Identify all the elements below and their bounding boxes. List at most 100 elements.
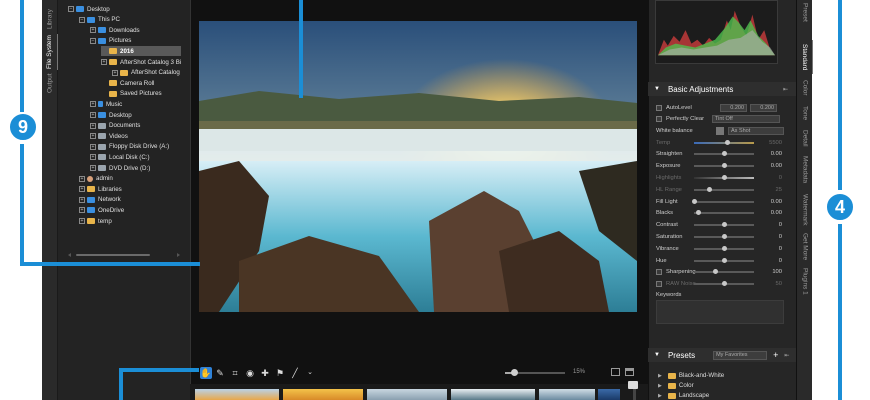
adjustment-slider[interactable] (694, 210, 754, 216)
adjustment-slider[interactable] (694, 139, 754, 145)
adjustment-value[interactable]: 0 (758, 222, 782, 228)
pin-icon[interactable]: ⇤ (784, 352, 789, 359)
adjustment-slider[interactable] (694, 151, 754, 157)
expand-icon[interactable]: ▶ (658, 373, 662, 379)
heal-icon[interactable]: ✚ (259, 367, 271, 379)
filmstrip-thumb[interactable] (539, 389, 595, 400)
slider-knob[interactable] (712, 269, 718, 275)
tree-item[interactable]: − Pictures (90, 36, 131, 46)
fit-view-icon[interactable] (611, 368, 620, 376)
tree-item[interactable]: +Saved Pictures (101, 89, 162, 99)
preset-item[interactable]: ▶ Landscape (658, 391, 709, 400)
tree-item[interactable]: + DVD Drive (D:) (90, 163, 150, 173)
autolevel-low-field[interactable]: 0.200 (720, 103, 747, 112)
expand-icon[interactable]: + (90, 143, 96, 150)
zoom-slider-knob[interactable] (511, 369, 518, 376)
filmstrip-thumb[interactable] (598, 389, 620, 400)
collapse-icon[interactable]: − (68, 6, 74, 12)
tab-watermark[interactable]: Watermark (797, 190, 813, 230)
tree-item[interactable]: + AfterShot Catalog (112, 68, 180, 78)
slider-knob[interactable] (721, 281, 727, 287)
adjustment-value[interactable]: 0 (758, 175, 782, 181)
tree-item[interactable]: + Local Disk (C:) (90, 152, 150, 162)
tree-item[interactable]: +2016 (101, 46, 181, 57)
eyedropper-icon[interactable]: ✎ (214, 367, 226, 379)
tree-item[interactable]: + Libraries (79, 184, 122, 194)
tab-plugins[interactable]: Plugins 1 (797, 264, 813, 298)
adjustment-slider[interactable] (694, 163, 754, 169)
slider-knob[interactable] (721, 222, 727, 228)
tab-detail[interactable]: Detail (797, 126, 813, 150)
collapse-icon[interactable]: ▼ (654, 86, 660, 92)
expand-icon[interactable]: + (90, 122, 96, 129)
tree-item[interactable]: + temp (79, 216, 112, 226)
adjustment-value[interactable]: 0.00 (758, 210, 782, 216)
expand-icon[interactable]: + (112, 69, 118, 76)
red-eye-icon[interactable]: ◉ (244, 367, 256, 379)
region-icon[interactable]: ⚑ (274, 367, 286, 379)
expand-icon[interactable]: ▶ (658, 393, 662, 399)
expand-icon[interactable]: + (90, 165, 96, 171)
white-balance-dropdown[interactable]: As Shot (728, 126, 784, 135)
adjustment-slider[interactable] (694, 245, 754, 251)
filmstrip-thumb[interactable] (367, 389, 447, 400)
scroll-left-icon[interactable] (68, 253, 71, 257)
tab-get-more[interactable]: Get More (797, 232, 813, 262)
scroll-thumb[interactable] (76, 254, 150, 256)
expand-icon[interactable]: + (90, 154, 96, 161)
autolevel-high-field[interactable]: 0.200 (750, 103, 777, 112)
adjustment-value[interactable]: 25 (758, 187, 782, 193)
tab-standard[interactable]: Standard (797, 40, 813, 74)
pin-icon[interactable]: ⇤ (783, 86, 788, 93)
tree-item[interactable]: + Music (90, 99, 122, 109)
brush-icon[interactable]: ╱ (289, 367, 301, 379)
expand-icon[interactable]: + (90, 27, 96, 34)
collapse-icon[interactable]: ▼ (654, 352, 660, 358)
perfectly-clear-dropdown[interactable]: Tint Off (712, 114, 780, 123)
hand-icon[interactable]: ✋ (200, 367, 212, 379)
tab-file-system[interactable]: File System (42, 34, 58, 70)
adjustment-value[interactable]: 0.00 (758, 151, 782, 157)
tree-item[interactable]: + Network (79, 195, 121, 205)
tab-library[interactable]: Library (42, 4, 58, 34)
adjustment-checkbox[interactable] (656, 269, 662, 276)
presets-dropdown[interactable]: My Favorites (713, 350, 768, 360)
slider-knob[interactable] (724, 139, 730, 145)
tree-horizontal-scrollbar[interactable] (68, 252, 180, 258)
slider-knob[interactable] (721, 151, 727, 157)
main-photo[interactable] (199, 21, 637, 312)
perfectly-clear-checkbox[interactable] (656, 115, 662, 122)
expand-icon[interactable]: + (90, 112, 96, 118)
tab-output[interactable]: Output (42, 70, 58, 96)
adjustment-checkbox[interactable] (656, 281, 662, 288)
adjustment-slider[interactable] (694, 281, 754, 287)
slider-knob[interactable] (721, 163, 727, 169)
slider-knob[interactable] (696, 210, 702, 216)
tree-item[interactable]: − Desktop (68, 4, 110, 14)
add-preset-icon[interactable]: + (773, 350, 778, 360)
tree-item[interactable]: +Camera Roll (101, 78, 154, 88)
slider-knob[interactable] (721, 257, 727, 263)
tree-item[interactable]: + Documents (90, 121, 140, 131)
expand-icon[interactable]: + (79, 196, 85, 203)
adjustment-value[interactable]: 5500 (758, 140, 782, 146)
tree-item[interactable]: + AfterShot Catalog 3 Bi (101, 57, 181, 67)
adjustment-value[interactable]: 0 (758, 258, 782, 264)
expand-icon[interactable]: ▶ (658, 383, 662, 389)
adjustment-slider[interactable] (694, 269, 754, 275)
tab-tone[interactable]: Tone (797, 102, 813, 124)
crop-icon[interactable]: ⌗ (229, 367, 241, 379)
filmstrip-toggle-icon[interactable] (628, 381, 638, 389)
tree-item[interactable]: − This PC (79, 15, 120, 25)
scroll-right-icon[interactable] (177, 253, 180, 257)
slider-knob[interactable] (721, 233, 727, 239)
preset-item[interactable]: ▶ Black-and-White (658, 371, 724, 380)
expand-icon[interactable]: + (79, 175, 85, 182)
expand-icon[interactable]: + (90, 133, 96, 140)
adjustment-slider[interactable] (694, 233, 754, 239)
adjustment-value[interactable]: 0 (758, 246, 782, 252)
adjustment-value[interactable]: 50 (758, 281, 782, 287)
chevron-down-icon[interactable]: ⌄ (304, 367, 316, 379)
expand-icon[interactable]: + (79, 207, 85, 214)
white-balance-picker-icon[interactable] (716, 126, 724, 135)
